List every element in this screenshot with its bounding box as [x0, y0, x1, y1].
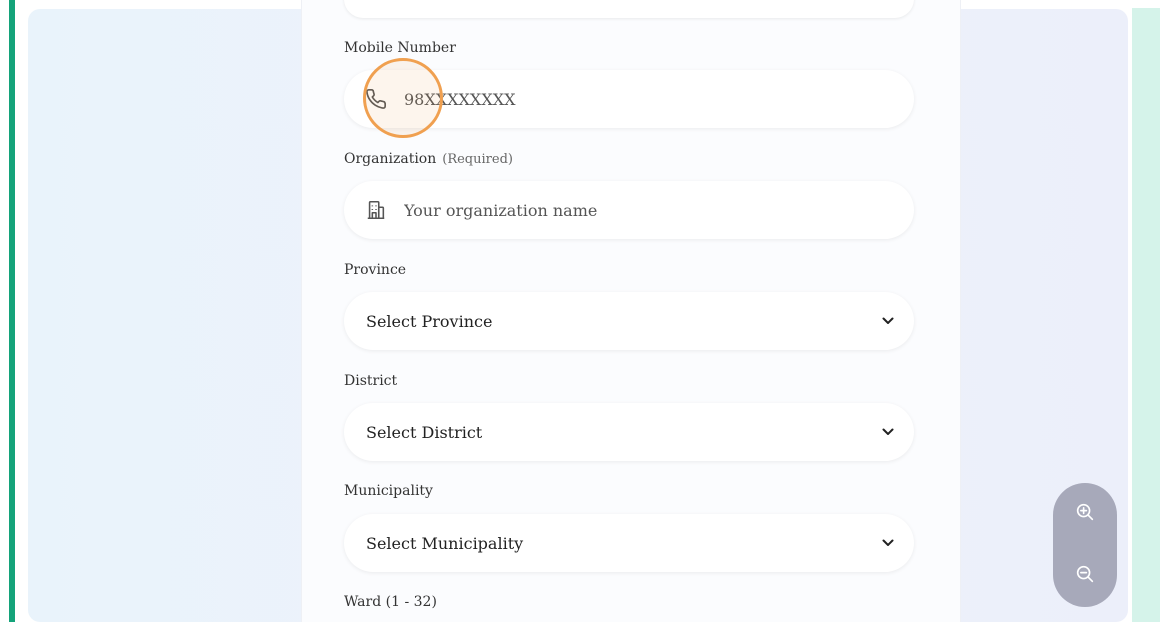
- province-label: Province: [344, 262, 407, 278]
- mobile-number-input[interactable]: [402, 88, 856, 110]
- province-select[interactable]: Select Province: [344, 292, 914, 350]
- province-selected-value: Select Province: [366, 311, 493, 331]
- district-selected-value: Select District: [366, 422, 483, 442]
- municipality-label: Municipality: [344, 483, 433, 499]
- organization-input[interactable]: [402, 199, 856, 221]
- zoom-in-button[interactable]: [1070, 499, 1100, 529]
- chevron-down-icon: [882, 539, 894, 547]
- phone-icon: [364, 87, 388, 111]
- organization-label: Organization (Required): [344, 151, 513, 167]
- zoom-in-icon: [1074, 501, 1096, 527]
- mobile-number-label: Mobile Number: [344, 40, 456, 56]
- left-accent-stripe: [9, 0, 15, 622]
- chevron-down-icon: [882, 428, 894, 436]
- municipality-selected-value: Select Municipality: [366, 533, 524, 553]
- zoom-controls: [1053, 483, 1117, 607]
- chevron-down-icon: [882, 317, 894, 325]
- previous-field[interactable]: [344, 0, 914, 18]
- building-icon: [364, 198, 388, 222]
- mobile-number-field[interactable]: [344, 70, 914, 128]
- organization-field[interactable]: [344, 181, 914, 239]
- zoom-out-button[interactable]: [1070, 561, 1100, 591]
- district-select[interactable]: Select District: [344, 403, 914, 461]
- required-note: (Required): [442, 152, 513, 167]
- right-edge-strip: [1132, 8, 1160, 622]
- ward-label: Ward (1 - 32): [344, 594, 437, 610]
- zoom-out-icon: [1074, 563, 1096, 589]
- district-label: District: [344, 373, 398, 389]
- municipality-select[interactable]: Select Municipality: [344, 514, 914, 572]
